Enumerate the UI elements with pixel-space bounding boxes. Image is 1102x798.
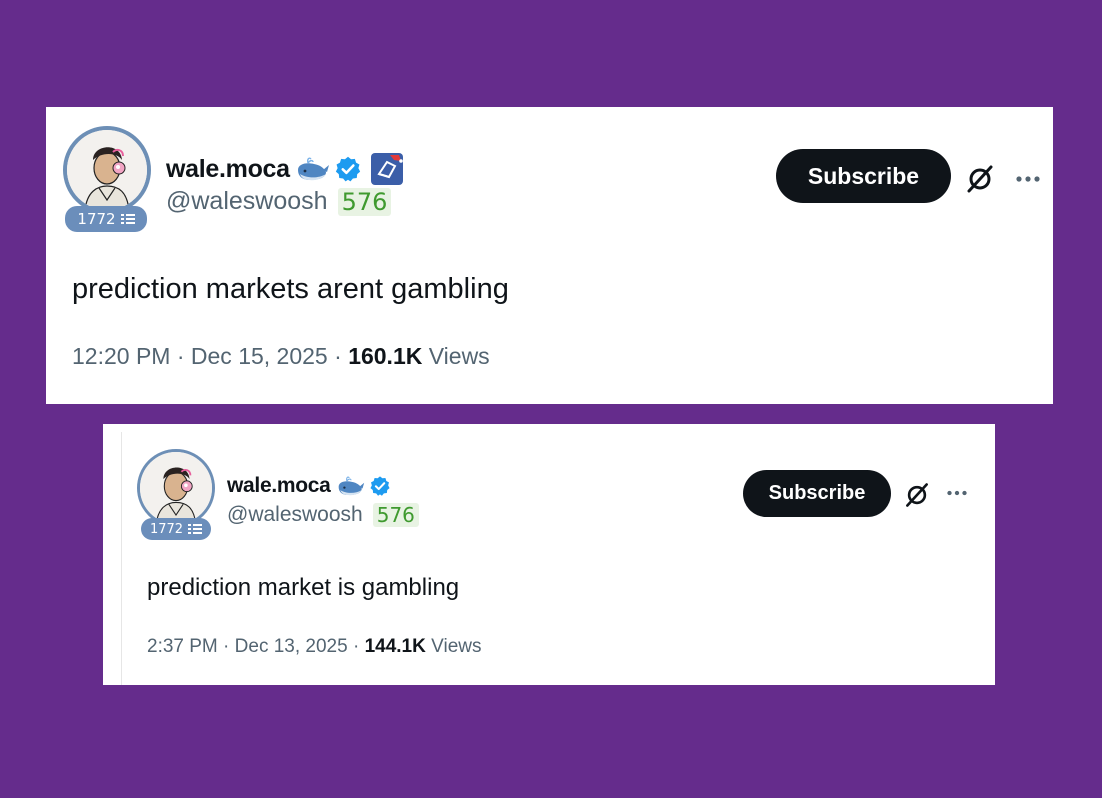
whale-emoji-icon <box>338 476 364 496</box>
avatar[interactable] <box>137 449 215 527</box>
tweet-card-2: 1772 wale.moca @waleswoosh 576 Subscribe <box>103 424 995 685</box>
tweet-time[interactable]: 12:20 PM <box>72 343 170 369</box>
subscribe-button[interactable]: Subscribe <box>743 470 891 517</box>
grok-icon[interactable] <box>903 481 931 509</box>
tweet-text: prediction markets arent gambling <box>72 273 509 305</box>
avatar-illustration <box>140 452 212 524</box>
list-icon <box>188 524 203 534</box>
views-count: 160.1K <box>348 343 423 369</box>
avatar-score-value: 1772 <box>77 210 116 228</box>
tweet-date[interactable]: Dec 13, 2025 <box>235 636 348 657</box>
display-name[interactable]: wale.moca <box>166 155 290 184</box>
views-label: Views <box>431 636 482 657</box>
user-handle[interactable]: @waleswoosh <box>166 187 328 216</box>
score-pill: 576 <box>337 187 392 216</box>
avatar[interactable] <box>63 126 151 214</box>
tweet-card-1: 1772 wale.moca @waleswoosh 576 Subscribe… <box>46 107 1053 404</box>
more-icon[interactable] <box>945 483 969 503</box>
verified-badge-icon[interactable] <box>334 155 362 183</box>
avatar-illustration <box>67 130 147 210</box>
views-label: Views <box>428 343 490 369</box>
views-count: 144.1K <box>364 636 426 657</box>
subscribe-button[interactable]: Subscribe <box>776 149 951 203</box>
tweet-time[interactable]: 2:37 PM <box>147 636 218 657</box>
score-pill: 576 <box>372 503 419 527</box>
user-name-row: wale.moca <box>166 152 404 186</box>
tweet-meta: 2:37 PM · Dec 13, 2025 · 144.1K Views <box>147 636 482 657</box>
user-handle[interactable]: @waleswoosh <box>227 503 363 527</box>
whale-emoji-icon <box>297 157 329 181</box>
avatar-score-badge: 1772 <box>141 518 211 540</box>
handle-row: @waleswoosh 576 <box>166 187 392 216</box>
grok-icon[interactable] <box>964 163 996 195</box>
tweet-text: prediction market is gambling <box>147 574 460 601</box>
org-affiliation-icon[interactable] <box>370 152 404 186</box>
list-icon <box>120 214 135 224</box>
user-name-row: wale.moca <box>227 474 391 498</box>
tweet-date[interactable]: Dec 15, 2025 <box>191 343 328 369</box>
verified-badge-icon[interactable] <box>369 475 391 497</box>
avatar-score-value: 1772 <box>149 521 184 537</box>
tweet-meta: 12:20 PM · Dec 15, 2025 · 160.1K Views <box>72 343 490 369</box>
handle-row: @waleswoosh 576 <box>227 503 419 527</box>
avatar-score-badge: 1772 <box>65 206 147 232</box>
display-name[interactable]: wale.moca <box>227 474 331 498</box>
more-icon[interactable] <box>1014 167 1042 191</box>
